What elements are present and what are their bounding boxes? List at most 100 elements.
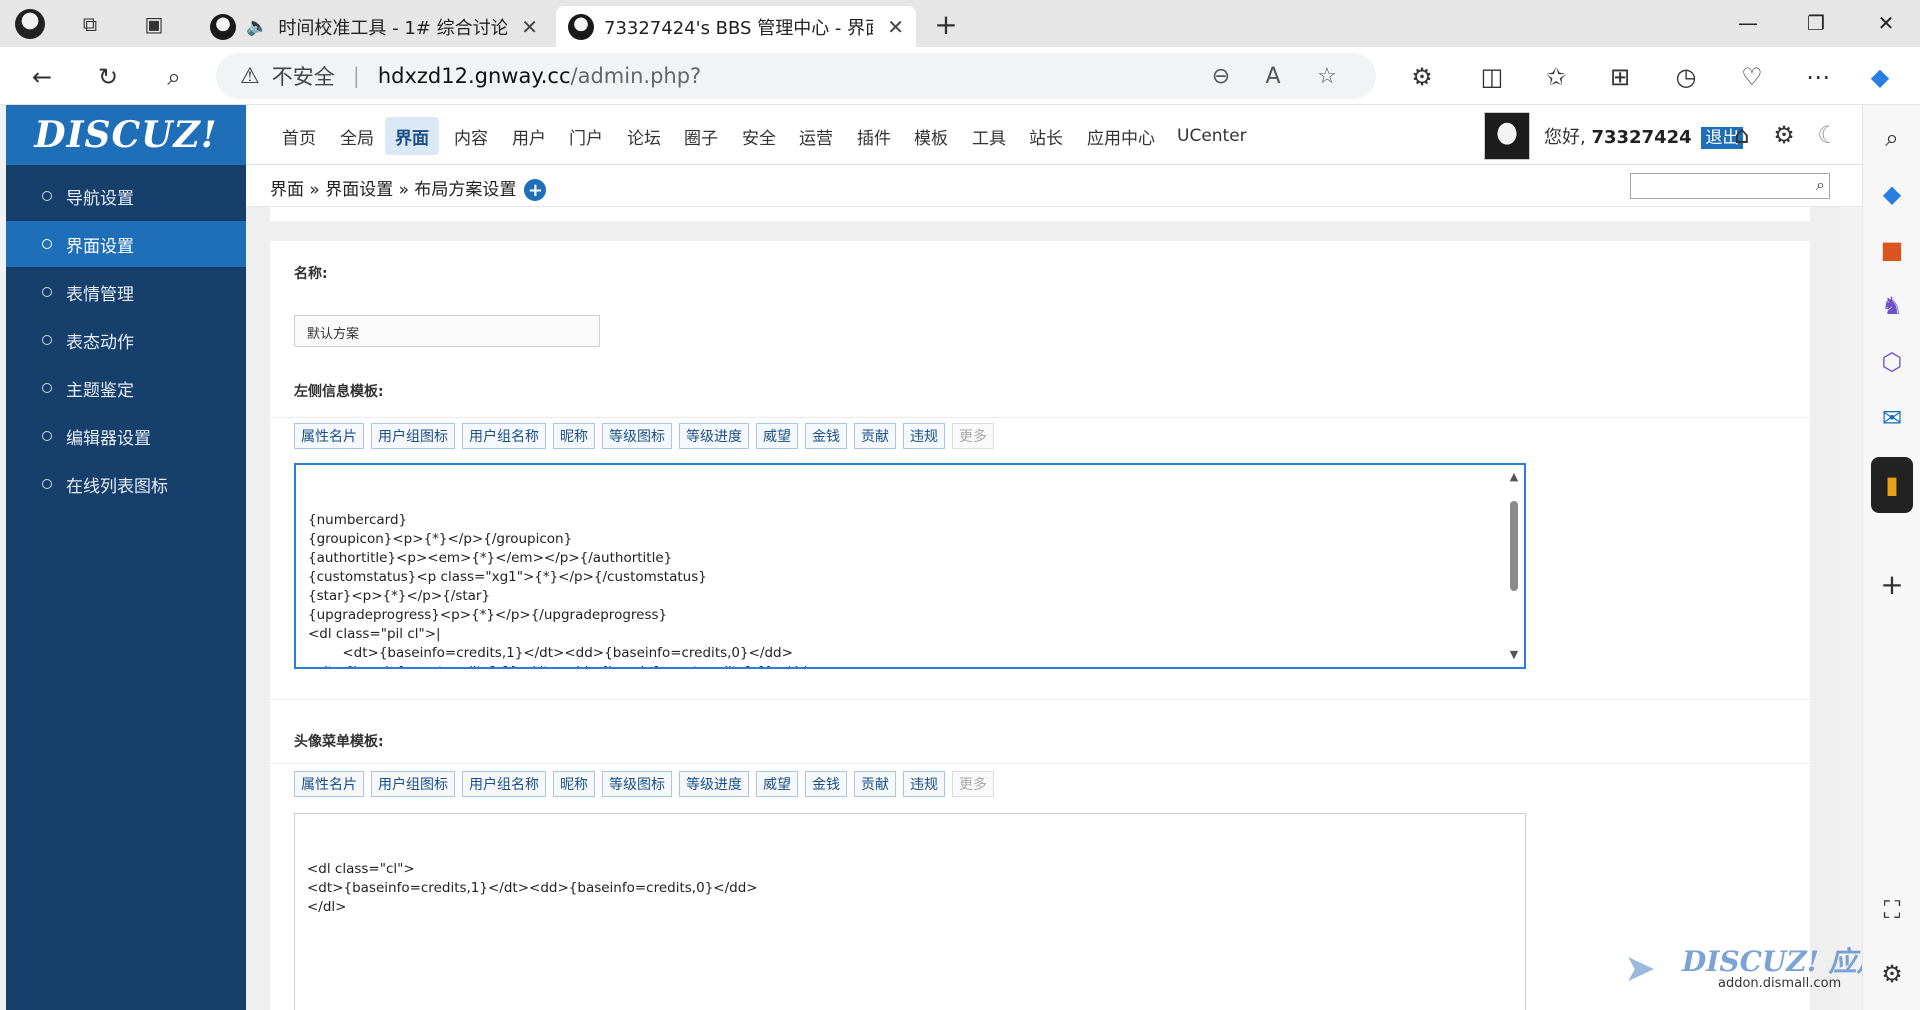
search-icon[interactable]: ⌕ xyxy=(1875,121,1909,155)
split-screen-icon[interactable]: ◫ xyxy=(1472,57,1512,97)
topnav-forum[interactable]: 论坛 xyxy=(617,117,671,155)
workspaces-icon[interactable]: ⧉ xyxy=(74,8,106,40)
history-icon[interactable]: ◷ xyxy=(1666,57,1706,97)
discuz-logo[interactable]: DISCUZ! xyxy=(6,105,246,165)
add-sidebar-app-icon[interactable]: + xyxy=(1875,567,1909,601)
tag-button-level-progress[interactable]: 等级进度 xyxy=(679,771,749,797)
username[interactable]: 73327424 xyxy=(1591,127,1691,148)
zoom-out-icon[interactable]: ⊖ xyxy=(1204,59,1238,93)
tab-close-button[interactable]: ✕ xyxy=(521,15,538,39)
topnav-home[interactable]: 首页 xyxy=(272,117,326,155)
tab-time-tool[interactable]: 🔈 时间校准工具 - 1# 综合讨论 ✕ xyxy=(198,6,550,47)
more-menu-icon[interactable]: ⋯ xyxy=(1798,57,1838,97)
browser-essentials-icon[interactable]: ♡ xyxy=(1732,57,1772,97)
left-template-textarea[interactable]: {numbercard} {groupicon}<p>{*}</p>{/grou… xyxy=(294,463,1526,669)
extension-app-icon[interactable]: ▮ xyxy=(1871,457,1913,513)
topnav-global[interactable]: 全局 xyxy=(330,117,384,155)
tag-button-level-progress[interactable]: 等级进度 xyxy=(679,423,749,449)
tab-actions-icon[interactable]: ▣ xyxy=(138,8,170,40)
topnav-plugins[interactable]: 插件 xyxy=(847,117,901,155)
copilot-icon[interactable]: ◆ xyxy=(1860,57,1900,97)
tag-button-nickname[interactable]: 昵称 xyxy=(553,423,595,449)
tab-close-button[interactable]: ✕ xyxy=(887,15,904,39)
screenshot-icon[interactable]: ⛶ xyxy=(1875,893,1909,927)
tag-button-prestige[interactable]: 威望 xyxy=(756,423,798,449)
sidebar-settings-icon[interactable]: ⚙ xyxy=(1875,957,1909,991)
tag-button-money[interactable]: 金钱 xyxy=(805,771,847,797)
sidebar-item-nav-settings[interactable]: 导航设置 xyxy=(6,173,246,219)
tag-button-nickname[interactable]: 昵称 xyxy=(553,771,595,797)
dark-mode-icon[interactable]: ☾ xyxy=(1812,119,1844,151)
restore-button[interactable]: ❐ xyxy=(1796,6,1836,40)
tab-admin-center[interactable]: 73327424's BBS 管理中心 - 界面 ✕ xyxy=(556,6,916,47)
extensions-icon[interactable]: ⚙ xyxy=(1402,57,1442,97)
new-tab-button[interactable]: + xyxy=(930,8,962,41)
tag-button-level-icon[interactable]: 等级图标 xyxy=(602,771,672,797)
admin-search-input[interactable]: ⌕ xyxy=(1630,173,1830,199)
outlook-icon[interactable]: ✉ xyxy=(1875,401,1909,435)
user-avatar[interactable] xyxy=(1484,112,1530,160)
search-icon[interactable]: ⌕ xyxy=(154,57,194,97)
profile-avatar-icon[interactable] xyxy=(14,8,46,40)
topnav-users[interactable]: 用户 xyxy=(502,117,556,155)
topnav-content[interactable]: 内容 xyxy=(444,117,498,155)
settings-gear-icon[interactable]: ⚙ xyxy=(1768,119,1800,151)
tag-button-money[interactable]: 金钱 xyxy=(805,423,847,449)
sidebar-item-reactions[interactable]: 表态动作 xyxy=(6,317,246,363)
tag-button-contribution[interactable]: 贡献 xyxy=(854,423,896,449)
shopping-tag-icon[interactable]: ◆ xyxy=(1875,177,1909,211)
scheme-name-input[interactable]: 默认方案 xyxy=(294,315,600,347)
topnav-ucenter[interactable]: UCenter xyxy=(1167,117,1257,155)
topnav-portal[interactable]: 门户 xyxy=(559,117,613,155)
collections-icon[interactable]: ⊞ xyxy=(1600,57,1640,97)
tag-button-group-name[interactable]: 用户组名称 xyxy=(462,771,546,797)
tag-button-profile-card[interactable]: 属性名片 xyxy=(294,771,364,797)
breadcrumb-text[interactable]: 界面 » 界面设置 » 布局方案设置 xyxy=(270,180,516,200)
topnav-tools[interactable]: 工具 xyxy=(962,117,1016,155)
add-shortcut-icon[interactable]: + xyxy=(524,179,547,201)
topnav-app-center[interactable]: 应用中心 xyxy=(1077,117,1165,155)
avatar-template-textarea[interactable]: <dl class="cl"> <dt>{baseinfo=credits,1}… xyxy=(294,813,1526,1010)
tag-button-level-icon[interactable]: 等级图标 xyxy=(602,423,672,449)
minimize-button[interactable]: — xyxy=(1728,6,1768,40)
scroll-up-icon[interactable]: ▲ xyxy=(1508,471,1520,483)
security-label[interactable]: 不安全 xyxy=(272,61,335,91)
tag-button-group-icon[interactable]: 用户组图标 xyxy=(371,771,455,797)
topnav-security[interactable]: 安全 xyxy=(732,117,786,155)
window-close-button[interactable]: ✕ xyxy=(1866,6,1906,40)
tag-button-group-name[interactable]: 用户组名称 xyxy=(462,423,546,449)
textarea-scrollbar[interactable]: ▲ ▼ xyxy=(1506,467,1522,665)
favorites-icon[interactable]: ✩ xyxy=(1536,57,1576,97)
tag-button-prestige[interactable]: 威望 xyxy=(756,771,798,797)
sidebar-item-editor-settings[interactable]: 编辑器设置 xyxy=(6,413,246,459)
topnav-operations[interactable]: 运营 xyxy=(789,117,843,155)
topnav-templates[interactable]: 模板 xyxy=(904,117,958,155)
sidebar-item-smilies[interactable]: 表情管理 xyxy=(6,269,246,315)
topnav-ui[interactable]: 界面 xyxy=(385,117,439,155)
favorite-star-icon[interactable]: ☆ xyxy=(1310,59,1344,93)
tag-button-contribution[interactable]: 贡献 xyxy=(854,771,896,797)
scroll-down-icon[interactable]: ▼ xyxy=(1508,649,1520,661)
tag-button-violations[interactable]: 违规 xyxy=(903,423,945,449)
back-icon[interactable]: ← xyxy=(22,57,62,97)
games-chess-icon[interactable]: ♞ xyxy=(1875,289,1909,323)
warning-icon[interactable]: ⚠ xyxy=(240,64,260,89)
read-aloud-icon[interactable]: A xyxy=(1256,59,1290,93)
microsoft-365-icon[interactable]: ⬡ xyxy=(1875,345,1909,379)
home-icon[interactable]: ⌂ xyxy=(1726,119,1758,151)
speaker-icon[interactable]: 🔈 xyxy=(246,16,268,37)
tag-button-profile-card[interactable]: 属性名片 xyxy=(294,423,364,449)
sidebar-item-online-icons[interactable]: 在线列表图标 xyxy=(6,461,246,507)
topnav-webmaster[interactable]: 站长 xyxy=(1019,117,1073,155)
tools-briefcase-icon[interactable]: ■ xyxy=(1875,233,1909,267)
scroll-thumb[interactable] xyxy=(1510,501,1518,591)
address-bar[interactable]: ⚠ 不安全 | hdxzd12.gnway.cc/admin.php? ⊖ A … xyxy=(216,53,1376,99)
sidebar-item-ui-settings[interactable]: 界面设置 xyxy=(6,221,246,267)
sidebar-item-thread-stamps[interactable]: 主题鉴定 xyxy=(6,365,246,411)
search-icon[interactable]: ⌕ xyxy=(1816,175,1825,195)
tag-button-violations[interactable]: 违规 xyxy=(903,771,945,797)
tag-button-more[interactable]: 更多 xyxy=(952,423,994,449)
tag-button-group-icon[interactable]: 用户组图标 xyxy=(371,423,455,449)
topnav-groups[interactable]: 圈子 xyxy=(674,117,728,155)
tag-button-more[interactable]: 更多 xyxy=(952,771,994,797)
